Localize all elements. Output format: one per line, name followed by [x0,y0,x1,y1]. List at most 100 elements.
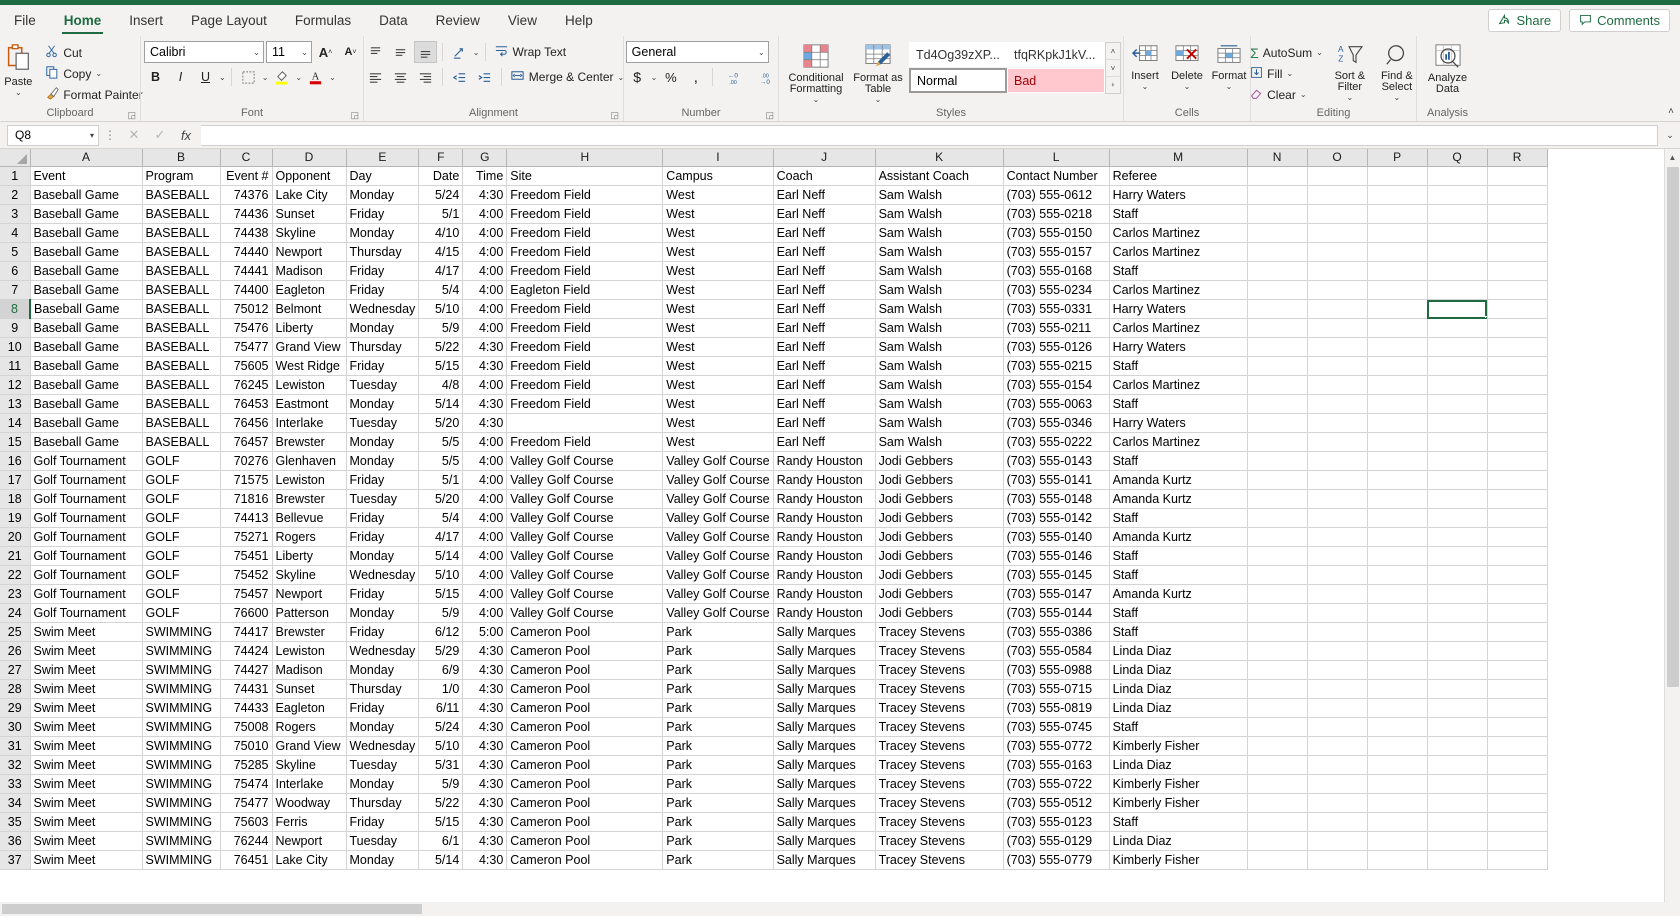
column-header-I[interactable]: I [662,149,774,167]
cell-J23[interactable]: Randy Houston [773,584,876,604]
cell-A21[interactable]: Golf Tournament [30,546,143,566]
cell-C5[interactable]: 74440 [220,242,273,262]
cell-R25[interactable] [1487,622,1548,642]
style-option-normal[interactable]: Normal [909,68,1007,93]
tab-view[interactable]: View [494,5,551,36]
cell-G22[interactable]: 4:00 [462,565,508,585]
cell-A6[interactable]: Baseball Game [30,261,143,281]
cell-A22[interactable]: Golf Tournament [30,565,143,585]
cell-N3[interactable] [1247,204,1308,224]
cell-P17[interactable] [1367,470,1428,490]
cell-B5[interactable]: BASEBALL [142,242,221,262]
cell-C37[interactable]: 76451 [220,850,273,870]
cell-H3[interactable]: Freedom Field [506,204,664,224]
cell-P22[interactable] [1367,565,1428,585]
cell-H13[interactable]: Freedom Field [506,394,664,414]
cell-Q33[interactable] [1427,774,1488,794]
cell-L17[interactable]: (703) 555-0141 [1003,470,1110,490]
cell-B34[interactable]: SWIMMING [142,793,221,813]
cell-J31[interactable]: Sally Marques [773,736,876,756]
copy-button[interactable]: Copy ⌄ [42,63,145,84]
cell-B32[interactable]: SWIMMING [142,755,221,775]
cell-C30[interactable]: 75008 [220,717,273,737]
cell-Q1[interactable] [1427,166,1488,186]
cell-R23[interactable] [1487,584,1548,604]
cell-Q9[interactable] [1427,318,1488,338]
cell-G12[interactable]: 4:00 [462,375,508,395]
cell-J10[interactable]: Earl Neff [773,337,876,357]
cell-C19[interactable]: 74413 [220,508,273,528]
cell-D22[interactable]: Skyline [272,565,347,585]
cell-B37[interactable]: SWIMMING [142,850,221,870]
cell-I33[interactable]: Park [662,774,774,794]
cell-B36[interactable]: SWIMMING [142,831,221,851]
column-header-P[interactable]: P [1367,149,1428,167]
cell-J36[interactable]: Sally Marques [773,831,876,851]
cell-O5[interactable] [1307,242,1368,262]
cell-I16[interactable]: Valley Golf Course [662,451,774,471]
cell-K6[interactable]: Sam Walsh [875,261,1004,281]
cell-C28[interactable]: 74431 [220,679,273,699]
cell-E11[interactable]: Friday [346,356,420,376]
cell-I10[interactable]: West [662,337,774,357]
cell-M2[interactable]: Harry Waters [1109,185,1248,205]
cell-G2[interactable]: 4:30 [462,185,508,205]
cell-C27[interactable]: 74427 [220,660,273,680]
cell-O4[interactable] [1307,223,1368,243]
cell-G25[interactable]: 5:00 [462,622,508,642]
cell-D30[interactable]: Rogers [272,717,347,737]
cell-E25[interactable]: Friday [346,622,420,642]
cell-I12[interactable]: West [662,375,774,395]
row-header-35[interactable]: 35 [0,812,31,832]
column-header-L[interactable]: L [1003,149,1110,167]
cell-F10[interactable]: 5/22 [418,337,464,357]
cell-B8[interactable]: BASEBALL [142,299,221,319]
cell-C13[interactable]: 76453 [220,394,273,414]
cell-R30[interactable] [1487,717,1548,737]
cell-I27[interactable]: Park [662,660,774,680]
row-header-14[interactable]: 14 [0,413,31,433]
cell-B30[interactable]: SWIMMING [142,717,221,737]
cell-R3[interactable] [1487,204,1548,224]
cell-K13[interactable]: Sam Walsh [875,394,1004,414]
cell-O11[interactable] [1307,356,1368,376]
cell-E37[interactable]: Monday [346,850,420,870]
cell-I13[interactable]: West [662,394,774,414]
cell-N36[interactable] [1247,831,1308,851]
cell-D2[interactable]: Lake City [272,185,347,205]
row-header-12[interactable]: 12 [0,375,31,395]
cell-C32[interactable]: 75285 [220,755,273,775]
clear-chevron-down-icon[interactable]: ⌄ [1300,90,1307,99]
cell-G18[interactable]: 4:00 [462,489,508,509]
cell-M26[interactable]: Linda Diaz [1109,641,1248,661]
cell-J20[interactable]: Randy Houston [773,527,876,547]
row-header-34[interactable]: 34 [0,793,31,813]
cell-A9[interactable]: Baseball Game [30,318,143,338]
cell-P21[interactable] [1367,546,1428,566]
cell-N30[interactable] [1247,717,1308,737]
cell-F9[interactable]: 5/9 [418,318,464,338]
style-option-bad[interactable]: Bad [1007,68,1105,93]
cell-P29[interactable] [1367,698,1428,718]
autosum-button[interactable]: Σ AutoSum ⌄ [1247,42,1326,63]
cell-N37[interactable] [1247,850,1308,870]
cell-D25[interactable]: Brewster [272,622,347,642]
cell-B11[interactable]: BASEBALL [142,356,221,376]
cell-G34[interactable]: 4:30 [462,793,508,813]
decrease-decimal-button[interactable]: .00 →0 [750,66,780,88]
cell-J16[interactable]: Randy Houston [773,451,876,471]
conditional-formatting-chevron-down-icon[interactable]: ⌄ [813,95,820,104]
cell-H16[interactable]: Valley Golf Course [506,451,664,471]
cell-M36[interactable]: Linda Diaz [1109,831,1248,851]
cell-R17[interactable] [1487,470,1548,490]
cell-B22[interactable]: GOLF [142,565,221,585]
cell-O37[interactable] [1307,850,1368,870]
cell-M13[interactable]: Staff [1109,394,1248,414]
style-option-2[interactable]: tfqRKpkJ1kV... [1007,42,1105,67]
conditional-formatting-button[interactable]: Conditional Formatting ⌄ [785,41,847,104]
cell-B6[interactable]: BASEBALL [142,261,221,281]
cell-Q13[interactable] [1427,394,1488,414]
cell-H37[interactable]: Cameron Pool [506,850,664,870]
cell-K31[interactable]: Tracey Stevens [875,736,1004,756]
cell-A25[interactable]: Swim Meet [30,622,143,642]
